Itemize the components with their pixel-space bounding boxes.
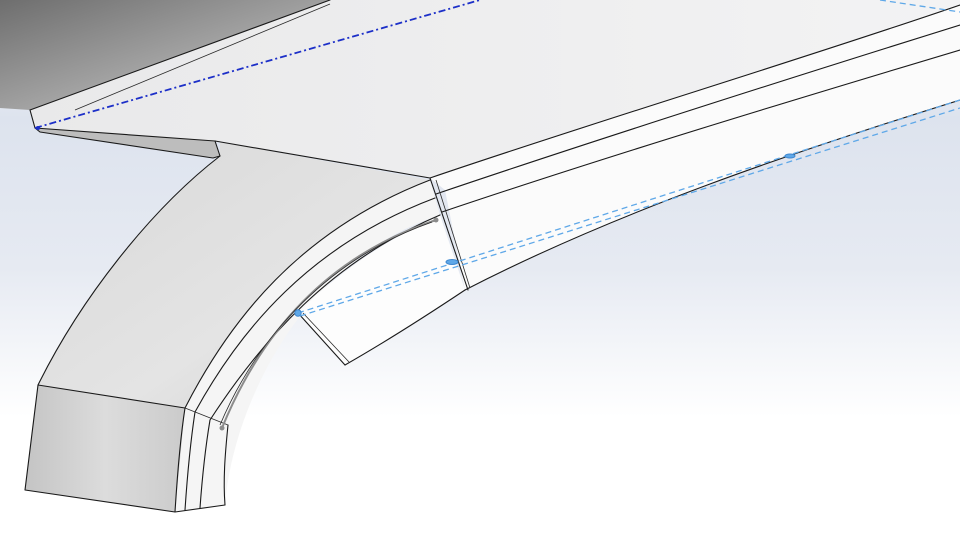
reference-point-1[interactable] <box>294 309 302 317</box>
cad-3d-viewport[interactable] <box>0 0 960 535</box>
model-view[interactable] <box>0 0 960 535</box>
reference-point-2[interactable] <box>445 259 459 265</box>
reference-point-3[interactable] <box>784 153 796 159</box>
